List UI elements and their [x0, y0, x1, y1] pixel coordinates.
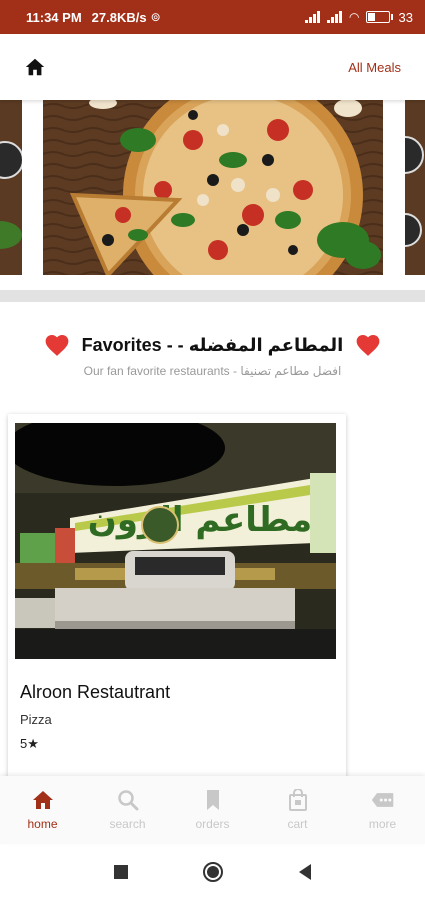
- app-bar: All Meals: [0, 34, 425, 100]
- bottom-navigation: home search orders cart more: [0, 776, 425, 844]
- restaurant-card[interactable]: مطاعم الرون Alroon Restautrant Pizza 5★: [8, 414, 346, 814]
- heart-icon: [356, 335, 380, 356]
- status-bar: 11:34 PM 27.8KB/s ⊚ ◠ 33: [0, 0, 425, 34]
- status-network-speed: 27.8KB/s: [91, 9, 147, 25]
- search-icon: [117, 790, 138, 811]
- carousel-slide-previous[interactable]: [0, 100, 22, 275]
- hotspot-icon: ⊚: [150, 10, 161, 24]
- nav-orders[interactable]: orders: [170, 776, 255, 844]
- restaurant-name: Alroon Restautrant: [20, 682, 171, 702]
- restaurant-rating: 5★: [20, 736, 39, 751]
- home-icon: [32, 791, 53, 809]
- svg-text:مطاعم الرون: مطاعم الرون: [88, 500, 312, 540]
- favorites-title: Favorites - - المطاعم المفضله: [81, 334, 344, 355]
- bookmark-icon: [206, 790, 219, 810]
- nav-home[interactable]: home: [0, 776, 85, 844]
- restaurant-category: Pizza: [20, 712, 52, 727]
- section-divider: [0, 290, 425, 302]
- heart-icon: [45, 335, 69, 356]
- carousel-slide-next[interactable]: [405, 100, 425, 275]
- nav-cart-label: cart: [287, 817, 308, 831]
- back-icon[interactable]: [294, 861, 316, 883]
- nav-more-label: more: [368, 817, 397, 831]
- shopping-bag-icon: [288, 789, 307, 811]
- system-navigation-bar: [0, 844, 425, 900]
- recent-apps-icon[interactable]: [110, 861, 132, 883]
- favorites-heading-row: Favorites - - المطاعم المفضله: [0, 330, 425, 360]
- carousel-slide-pizza[interactable]: [43, 100, 383, 275]
- favorites-subtitle: Our fan favorite restaurants - افضل مطاع…: [83, 364, 342, 378]
- nav-search[interactable]: search: [85, 776, 170, 844]
- wifi-icon: ◠: [349, 10, 360, 24]
- more-icon: [371, 793, 393, 807]
- nav-search-label: search: [109, 817, 146, 831]
- home-icon[interactable]: [24, 56, 46, 78]
- image-carousel[interactable]: [0, 100, 425, 290]
- all-meals-link[interactable]: All Meals: [348, 60, 401, 75]
- battery-icon: [365, 11, 390, 23]
- nav-cart[interactable]: cart: [255, 776, 340, 844]
- nav-orders-label: orders: [195, 817, 230, 831]
- battery-percent: 33: [398, 9, 413, 25]
- battery-cap: [390, 14, 393, 20]
- restaurant-photo: مطاعم الرون: [15, 423, 336, 659]
- home-circle-icon[interactable]: [202, 861, 224, 883]
- nav-home-label: home: [27, 817, 58, 831]
- nav-more[interactable]: more: [340, 776, 425, 844]
- signal-icon: [305, 11, 321, 23]
- status-time: 11:34 PM: [26, 9, 82, 25]
- signal-icon-2: [327, 11, 343, 23]
